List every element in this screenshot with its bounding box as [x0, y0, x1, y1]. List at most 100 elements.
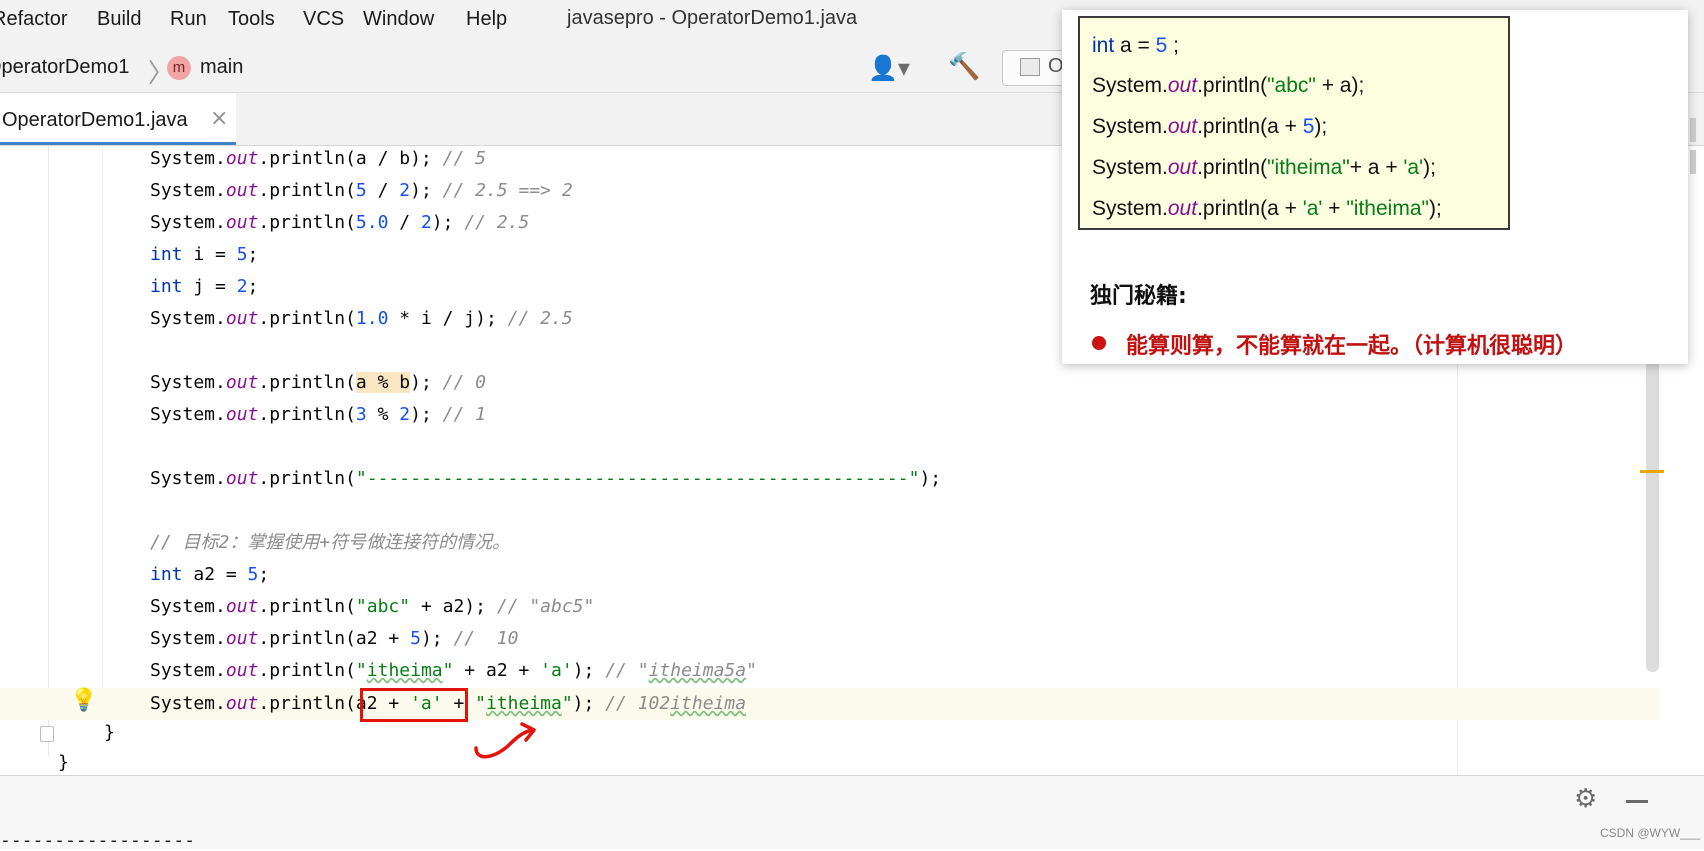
right-toolbar-stripe[interactable] [1690, 150, 1696, 174]
code-token: ); [572, 693, 606, 714]
code-line[interactable]: // 目标2：掌握使用+符号做连接符的情况。 [150, 527, 510, 559]
watermark: CSDN @WYW___ [1600, 826, 1701, 840]
code-line[interactable]: System.out.println(3 % 2); // 1 [150, 399, 486, 431]
code-token: .println( [258, 596, 356, 617]
code-line[interactable]: System.out.println(a % b); // 0 [150, 367, 486, 399]
code-line[interactable]: System.out.println("--------------------… [150, 463, 941, 495]
code-token: / [388, 212, 421, 233]
lightbulb-icon[interactable]: 💡 [70, 688, 97, 713]
fold-icon[interactable] [40, 726, 54, 742]
slide-code-token: "itheima" [1346, 197, 1429, 220]
code-token: out [225, 628, 259, 649]
slide-code-token: "itheima" [1267, 156, 1350, 179]
hammer-build-icon[interactable]: 🔨 [948, 52, 980, 82]
code-string: " [561, 693, 573, 714]
code-token: .println(a / b); [258, 148, 443, 169]
code-token: ); [410, 372, 443, 393]
code-token: System. [150, 693, 226, 714]
code-string: "abc" [355, 596, 411, 617]
right-toolbar-stripe[interactable] [1690, 118, 1696, 142]
code-token: ); [919, 468, 942, 489]
code-token: System. [150, 596, 226, 617]
editor-gutter [0, 146, 50, 774]
bullet-icon [1092, 336, 1106, 350]
gear-icon[interactable]: ⚙ [1574, 784, 1597, 814]
code-line[interactable]: System.out.println(5.0 / 2); // 2.5 [150, 207, 529, 239]
breadcrumb-file[interactable]: OperatorDemo1 [0, 56, 129, 79]
menu-vcs[interactable]: VCS [303, 8, 344, 31]
slide-tip-text: 能算则算，不能算就在一起。（计算机很聪明） [1126, 334, 1578, 359]
code-token: * i / j); [388, 308, 508, 329]
code-keyword: int [150, 276, 183, 297]
slide-code-token: out [1167, 74, 1198, 97]
code-line[interactable]: System.out.println("abc" + a2); // "abc5… [150, 591, 594, 623]
slide-code-token: + a); [1315, 74, 1365, 97]
code-comment: // 2.5 [507, 308, 573, 329]
code-token: System. [150, 180, 226, 201]
code-token: / [366, 180, 400, 201]
slide-code-token: 'a' [1302, 197, 1323, 220]
slide-code-token: .println( [1197, 74, 1268, 97]
editor-scrollbar[interactable] [1646, 360, 1659, 672]
slide-code-token: out [1167, 197, 1198, 220]
slide-code-line: System.out.println("itheima"+ a + 'a'); [1092, 156, 1436, 180]
slide-code-token: 5 [1302, 115, 1315, 138]
code-number: 2 [399, 404, 411, 425]
slide-code-token: out [1167, 156, 1198, 179]
code-token: out [225, 693, 259, 714]
user-account-icon[interactable]: 👤▾ [868, 54, 910, 82]
code-token: System. [150, 404, 226, 425]
code-comment: // 1 [442, 404, 486, 425]
tab-close-icon[interactable]: × [210, 106, 228, 131]
code-token: + a2); [410, 596, 497, 617]
warning-marker[interactable] [1640, 470, 1664, 473]
code-token: out [225, 596, 259, 617]
code-token: System. [150, 660, 226, 681]
code-token: ; [247, 244, 259, 265]
code-comment: // 目标2：掌握使用+符号做连接符的情况。 [150, 532, 511, 553]
code-token: .println( [258, 372, 356, 393]
menu-help[interactable]: Help [466, 8, 507, 31]
code-line[interactable]: System.out.println(a2 + 5); // 10 [150, 623, 518, 655]
code-number: 2 [236, 276, 248, 297]
closing-brace-method: } [104, 722, 115, 743]
slide-code-token: ; [1167, 34, 1179, 57]
code-token: i = [182, 244, 237, 265]
code-number: 2 [399, 180, 411, 201]
code-string: 'a' [540, 660, 573, 681]
slide-overlay: int a = 5 ; System.out.println("abc" + a… [1062, 10, 1688, 364]
code-token: System. [150, 212, 226, 233]
code-line[interactable]: int i = 5; [150, 239, 258, 271]
window-title: javasepro - OperatorDemo1.java [567, 7, 858, 29]
code-token: a2 = [182, 564, 248, 585]
code-token: .println( [258, 308, 356, 329]
code-token: ); [410, 404, 443, 425]
code-line[interactable]: System.out.println("itheima" + a2 + 'a')… [150, 655, 757, 687]
code-line[interactable]: int j = 2; [150, 271, 258, 303]
code-line[interactable]: int a2 = 5; [150, 559, 269, 591]
slide-code-token: int [1092, 34, 1115, 57]
code-line[interactable]: System.out.println(1.0 * i / j); // 2.5 [150, 303, 573, 335]
tab-label[interactable]: OperatorDemo1.java [2, 109, 188, 132]
slide-code-token: ); [1428, 197, 1442, 220]
menu-window[interactable]: Window [363, 8, 434, 31]
menu-refactor[interactable]: Refactor [0, 8, 68, 31]
minimize-icon[interactable] [1626, 800, 1648, 803]
code-token: ); [431, 212, 465, 233]
slide-code-token: System. [1092, 156, 1168, 179]
code-token: System. [150, 628, 226, 649]
indent-guide [102, 146, 103, 711]
closing-brace-class: } [58, 752, 69, 773]
menu-tools[interactable]: Tools [228, 8, 275, 31]
code-comment: // 102 [605, 693, 671, 714]
code-token: .println( [258, 404, 356, 425]
code-line[interactable]: System.out.println(a / b); // 5 [150, 143, 486, 175]
menu-run[interactable]: Run [170, 8, 207, 31]
code-line[interactable]: System.out.println(5 / 2); // 2.5 ==> 2 [150, 175, 573, 207]
code-number: 5 [236, 244, 248, 265]
slide-code-box: int a = 5 ; System.out.println("abc" + a… [1078, 16, 1510, 230]
menu-build[interactable]: Build [97, 8, 141, 31]
breadcrumb-method[interactable]: main [200, 56, 243, 79]
code-highlight: a % b [355, 372, 411, 393]
code-token: ; [258, 564, 270, 585]
